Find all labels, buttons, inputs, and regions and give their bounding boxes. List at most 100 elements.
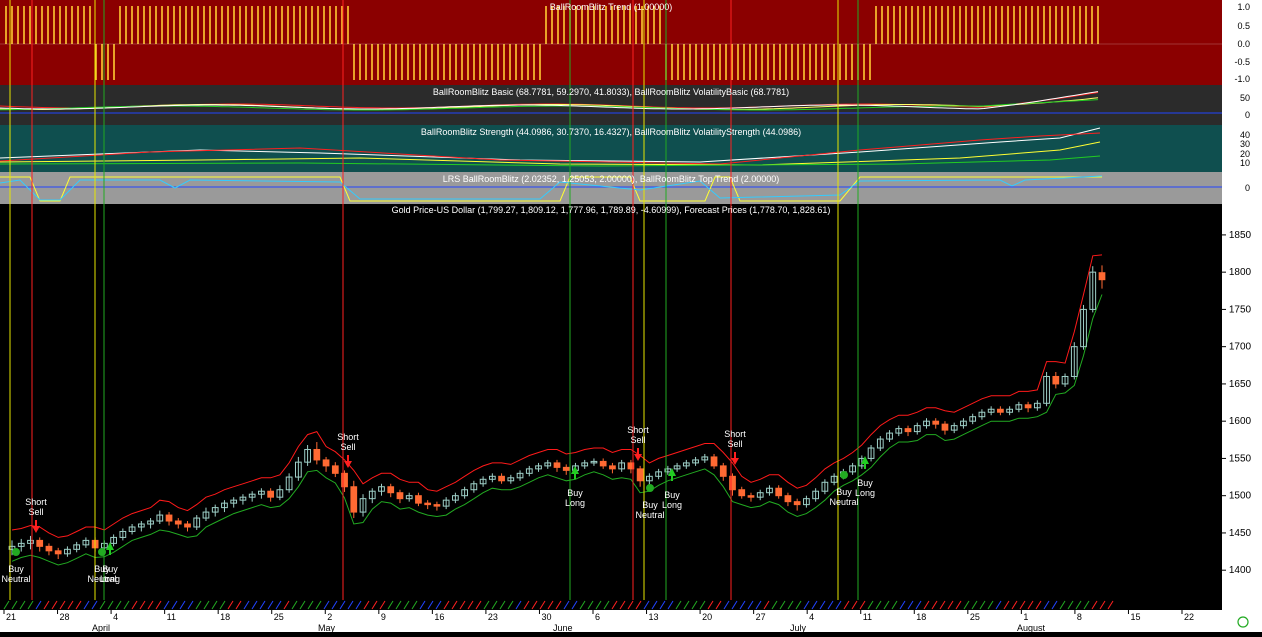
date-strip-hatch xyxy=(219,600,226,610)
date-tick-label: 22 xyxy=(1184,612,1194,622)
candle-body xyxy=(267,490,275,498)
date-strip-hatch xyxy=(283,600,290,610)
date-strip-hatch xyxy=(443,600,450,610)
date-tick-label: 8 xyxy=(1077,612,1082,622)
date-strip-hatch xyxy=(1083,600,1090,610)
date-tick-label: 16 xyxy=(434,612,444,622)
date-strip-hatch xyxy=(987,600,994,610)
signal-label: Short xyxy=(627,425,649,435)
trend-tick-label: 1.0 xyxy=(1237,2,1250,12)
date-strip-hatch xyxy=(1059,600,1066,610)
price-tick-label: 1450 xyxy=(1229,528,1252,539)
trend-tick-label: -0.5 xyxy=(1234,57,1250,67)
neutral-dot-icon xyxy=(646,484,654,492)
date-strip-hatch xyxy=(779,600,786,610)
date-strip-hatch xyxy=(43,600,50,610)
signal-label: Buy xyxy=(642,500,658,510)
signal-label: Sell xyxy=(727,439,742,449)
date-strip-hatch xyxy=(995,600,1002,610)
date-strip-hatch xyxy=(763,600,770,610)
date-strip-hatch xyxy=(411,600,418,610)
basic-title: BallRoomBlitz Basic (68.7781, 59.2970, 4… xyxy=(433,87,789,97)
price-title: Gold Price-US Dollar (1,799.27, 1,809.12… xyxy=(392,205,831,215)
date-strip-hatch xyxy=(1035,600,1042,610)
candle-body xyxy=(45,545,53,552)
date-strip-hatch xyxy=(819,600,826,610)
date-strip-hatch xyxy=(35,600,42,610)
date-strip-hatch xyxy=(107,600,114,610)
date-strip-hatch xyxy=(907,600,914,610)
trend-tick-label: 0.0 xyxy=(1237,39,1250,49)
chart-window: Short Sell Buy Neutral Buy Neutral Buy Long Shor… xyxy=(0,0,1262,633)
date-strip-hatch xyxy=(459,600,466,610)
date-strip-hatch xyxy=(555,600,562,610)
date-strip-hatch xyxy=(251,600,258,610)
price-tick-label: 1850 xyxy=(1229,230,1252,241)
date-strip-hatch xyxy=(363,600,370,610)
signal-label: Neutral xyxy=(635,510,664,520)
date-strip-hatch xyxy=(467,600,474,610)
candle-body xyxy=(941,423,949,431)
signal-label: Sell xyxy=(340,442,355,452)
date-strip-hatch xyxy=(795,600,802,610)
candle-body xyxy=(719,465,727,477)
signal-label: Short xyxy=(337,432,359,442)
date-strip-hatch xyxy=(1075,600,1082,610)
date-strip-hatch xyxy=(355,600,362,610)
date-tick-label: 1 xyxy=(1023,612,1028,622)
date-strip-hatch xyxy=(531,600,538,610)
candle-body xyxy=(738,489,746,497)
signal-label: Long xyxy=(662,500,682,510)
date-strip-hatch xyxy=(403,600,410,610)
date-strip-hatch xyxy=(971,600,978,610)
date-strip-hatch xyxy=(755,600,762,610)
date-strip-hatch xyxy=(547,600,554,610)
candle-body xyxy=(562,466,570,471)
signal-label: Buy xyxy=(836,487,852,497)
date-strip-hatch xyxy=(195,600,202,610)
date-strip-hatch xyxy=(899,600,906,610)
date-strip-hatch xyxy=(1027,600,1034,610)
date-strip-hatch xyxy=(67,600,74,610)
date-strip-hatch xyxy=(1043,600,1050,610)
signal-label: Long xyxy=(855,488,875,498)
date-strip-hatch xyxy=(19,600,26,610)
date-strip-hatch xyxy=(1091,600,1098,610)
date-strip-hatch xyxy=(499,600,506,610)
date-strip-hatch xyxy=(227,600,234,610)
date-strip-hatch xyxy=(811,600,818,610)
trend-title: BallRoomBlitz Trend (1.00000) xyxy=(550,2,673,12)
date-strip-hatch xyxy=(731,600,738,610)
candle-body xyxy=(904,428,912,433)
date-strip-hatch xyxy=(915,600,922,610)
date-strip-hatch xyxy=(395,600,402,610)
date-tick-label: 25 xyxy=(970,612,980,622)
signal-label: Short xyxy=(25,497,47,507)
date-strip-hatch xyxy=(683,600,690,610)
date-strip-hatch xyxy=(171,600,178,610)
basic-tick-label: 0 xyxy=(1245,110,1250,120)
date-strip-hatch xyxy=(427,600,434,610)
date-strip-hatch xyxy=(723,600,730,610)
date-strip-hatch xyxy=(955,600,962,610)
candle-body xyxy=(387,486,395,494)
date-strip-hatch xyxy=(891,600,898,610)
date-strip-hatch xyxy=(291,600,298,610)
date-strip-hatch xyxy=(611,600,618,610)
date-strip-hatch xyxy=(1019,600,1026,610)
candle-body xyxy=(350,486,358,513)
signal-label: Buy xyxy=(567,488,583,498)
price-panel xyxy=(0,204,1222,600)
date-strip-hatch xyxy=(155,600,162,610)
date-strip-hatch xyxy=(515,600,522,610)
date-strip-hatch xyxy=(51,600,58,610)
neutral-dot-icon xyxy=(840,471,848,479)
neutral-dot-icon xyxy=(12,548,20,556)
signal-label: Neutral xyxy=(1,574,30,584)
date-strip-hatch xyxy=(747,600,754,610)
candle-body xyxy=(636,468,644,482)
price-tick-label: 1500 xyxy=(1229,491,1252,502)
neutral-dot-icon xyxy=(98,548,106,556)
date-strip-hatch xyxy=(715,600,722,610)
date-strip-hatch xyxy=(675,600,682,610)
